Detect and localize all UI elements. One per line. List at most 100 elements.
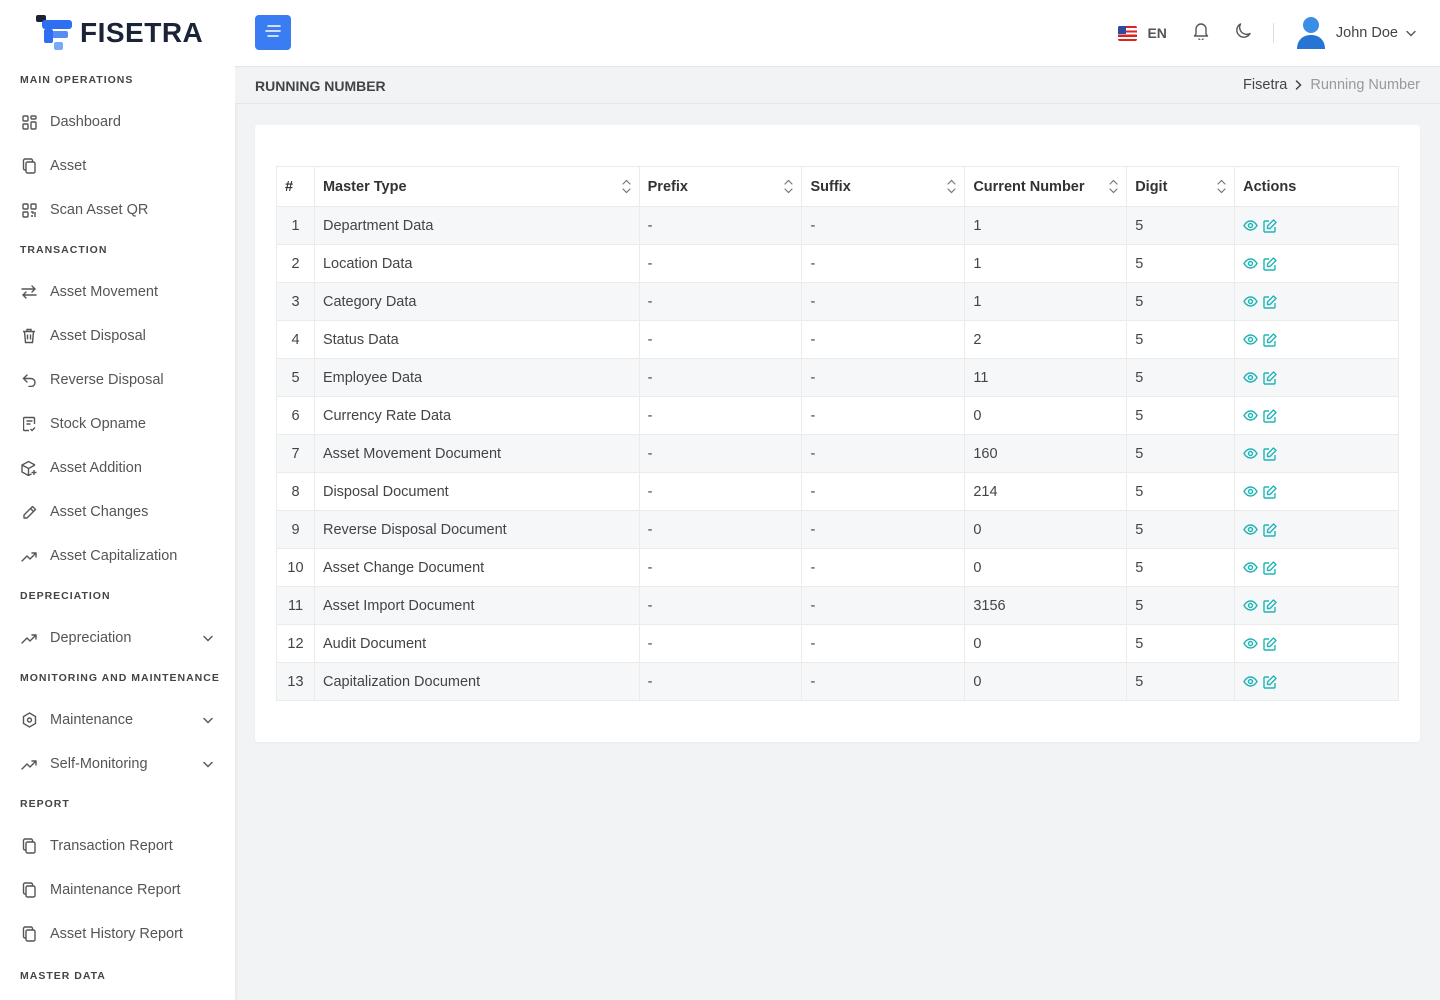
column-header-suffix[interactable]: Suffix <box>801 166 966 207</box>
sort-icon[interactable] <box>784 179 794 198</box>
edit-button[interactable] <box>1263 370 1277 385</box>
edit-icon <box>1263 522 1277 537</box>
view-button[interactable] <box>1243 524 1258 535</box>
cell-actions <box>1234 244 1399 283</box>
edit-button[interactable] <box>1263 256 1277 271</box>
sidebar-item-asset[interactable]: Asset <box>0 144 235 188</box>
chevron-down-icon <box>203 630 213 646</box>
edit-button[interactable] <box>1263 598 1277 613</box>
sidebar-item-asset-addition[interactable]: Asset Addition <box>0 446 235 490</box>
cell-number: 7 <box>276 434 315 473</box>
edit-button[interactable] <box>1263 408 1277 423</box>
cell-prefix: - <box>638 282 803 321</box>
sidebar-item-asset-changes[interactable]: Asset Changes <box>0 490 235 534</box>
cell-actions <box>1234 320 1399 359</box>
section-title-main-operations: MAIN OPERATIONS <box>20 74 134 86</box>
view-button[interactable] <box>1243 562 1258 573</box>
user-menu[interactable]: John Doe <box>1296 16 1416 50</box>
sort-icon[interactable] <box>947 179 956 198</box>
edit-button[interactable] <box>1263 560 1277 575</box>
cell-digit: 5 <box>1126 358 1236 397</box>
user-name: John Doe <box>1335 25 1398 41</box>
view-button[interactable] <box>1243 676 1258 687</box>
trash-icon <box>21 328 37 344</box>
view-button[interactable] <box>1243 296 1258 307</box>
eye-icon <box>1243 220 1258 231</box>
cell-number: 10 <box>276 548 315 587</box>
view-button[interactable] <box>1243 600 1258 611</box>
logo[interactable]: FISETRA <box>0 0 235 66</box>
sort-icon[interactable] <box>1109 179 1118 198</box>
cell-digit: 5 <box>1126 662 1236 701</box>
theme-toggle-button[interactable] <box>1231 21 1255 45</box>
sidebar-item-self-monitoring[interactable]: Self-Monitoring <box>0 742 235 786</box>
edit-icon <box>1263 674 1277 689</box>
column-header-number: # <box>276 166 315 207</box>
eye-icon <box>1243 524 1258 535</box>
view-button[interactable] <box>1243 638 1258 649</box>
sidebar-item-scan-asset-qr[interactable]: Scan Asset QR <box>0 188 235 232</box>
edit-button[interactable] <box>1263 484 1277 499</box>
sidebar-item-asset-disposal[interactable]: Asset Disposal <box>0 314 235 358</box>
sidebar-item-maintenance-report[interactable]: Maintenance Report <box>0 868 235 912</box>
breadcrumb-home-link[interactable]: Fisetra <box>1243 77 1287 93</box>
edit-button[interactable] <box>1263 332 1277 347</box>
cell-digit: 5 <box>1126 396 1236 435</box>
cell-number: 9 <box>276 510 315 549</box>
column-header-current-number[interactable]: Current Number <box>964 166 1128 207</box>
edit-button[interactable] <box>1263 446 1277 461</box>
column-header-master-type[interactable]: Master Type <box>313 166 640 207</box>
sort-icon[interactable] <box>1217 179 1226 198</box>
column-header-prefix[interactable]: Prefix <box>638 166 803 207</box>
edit-button[interactable] <box>1263 522 1277 537</box>
cell-master-type: Capitalization Document <box>313 662 640 701</box>
table-row: 9 Reverse Disposal Document - -0 5 <box>276 510 1399 549</box>
sidebar-item-depreciation[interactable]: Depreciation <box>0 616 235 660</box>
cell-current-number: 1 <box>964 282 1128 321</box>
cell-actions <box>1234 434 1399 473</box>
view-button[interactable] <box>1243 486 1258 497</box>
sidebar-item-label: Asset Addition <box>50 460 142 476</box>
eye-icon <box>1243 676 1258 687</box>
sidebar-item-label: Self-Monitoring <box>50 756 148 772</box>
section-title-master-data: MASTER DATA <box>20 970 106 982</box>
view-button[interactable] <box>1243 448 1258 459</box>
sort-icon[interactable] <box>622 179 631 198</box>
menu-toggle-button[interactable] <box>255 15 291 50</box>
notification-button[interactable] <box>1189 21 1213 45</box>
trending-up-icon <box>21 548 37 564</box>
cell-master-type: Employee Data <box>313 358 640 397</box>
cell-number: 6 <box>276 396 315 435</box>
view-button[interactable] <box>1243 334 1258 345</box>
cell-digit: 5 <box>1126 510 1236 549</box>
cell-suffix: - <box>801 662 966 701</box>
sidebar-item-transaction-report[interactable]: Transaction Report <box>0 824 235 868</box>
view-button[interactable] <box>1243 258 1258 269</box>
logo-icon <box>36 15 74 51</box>
sidebar-item-asset-movement[interactable]: Asset Movement <box>0 270 235 314</box>
section-title-depreciation: DEPRECIATION <box>20 590 111 602</box>
sidebar-item-stock-opname[interactable]: Stock Opname <box>0 402 235 446</box>
sidebar-item-maintenance[interactable]: Maintenance <box>0 698 235 742</box>
column-header-digit[interactable]: Digit <box>1126 166 1236 207</box>
eye-icon <box>1243 486 1258 497</box>
edit-button[interactable] <box>1263 636 1277 651</box>
language-selector[interactable]: EN <box>1118 25 1167 41</box>
sidebar-item-dashboard[interactable]: Dashboard <box>0 100 235 144</box>
cell-digit: 5 <box>1126 624 1236 663</box>
sidebar-item-asset-history-report[interactable]: Asset History Report <box>0 912 235 956</box>
edit-button[interactable] <box>1263 218 1277 233</box>
cell-prefix: - <box>638 510 803 549</box>
bell-icon <box>1192 21 1210 45</box>
edit-button[interactable] <box>1263 294 1277 309</box>
edit-button[interactable] <box>1263 674 1277 689</box>
view-button[interactable] <box>1243 372 1258 383</box>
cell-actions <box>1234 586 1399 625</box>
edit-icon <box>1263 446 1277 461</box>
sidebar-item-reverse-disposal[interactable]: Reverse Disposal <box>0 358 235 402</box>
view-button[interactable] <box>1243 410 1258 421</box>
cell-digit: 5 <box>1126 320 1236 359</box>
sidebar-item-asset-capitalization[interactable]: Asset Capitalization <box>0 534 235 578</box>
cell-digit: 5 <box>1126 282 1236 321</box>
view-button[interactable] <box>1243 220 1258 231</box>
